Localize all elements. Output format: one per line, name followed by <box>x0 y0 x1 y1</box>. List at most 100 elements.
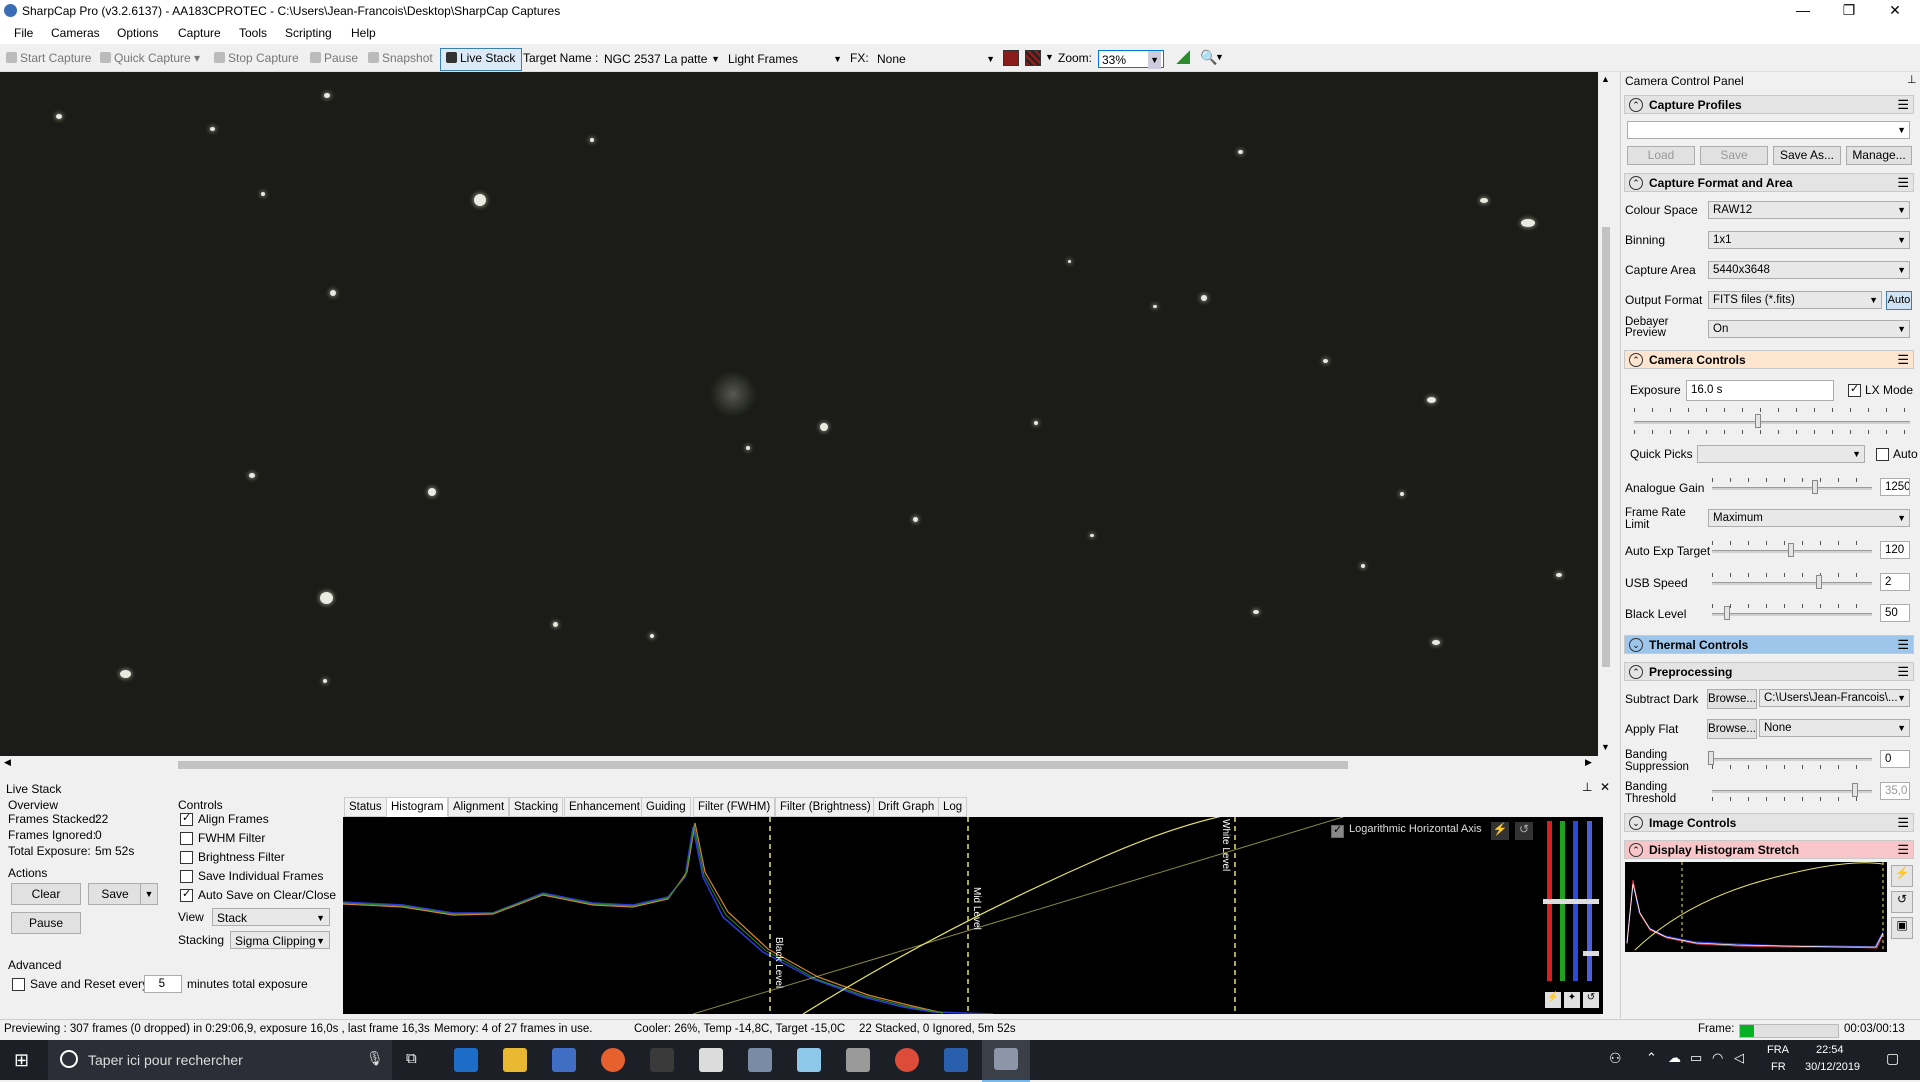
tab-filter-fwhm[interactable]: Filter (FWHM) <box>693 797 776 817</box>
calculator-icon[interactable] <box>846 1048 870 1072</box>
menu-icon[interactable]: ☰ <box>1897 637 1909 653</box>
star-icon[interactable]: ✦ <box>1564 992 1580 1008</box>
subtract-dark-select[interactable]: C:\Users\Jean-Francois\... ▼ <box>1759 689 1910 707</box>
menu-icon[interactable]: ☰ <box>1897 352 1909 368</box>
usb-speed-thumb[interactable] <box>1816 575 1822 589</box>
close-icon[interactable]: ✕ <box>1600 780 1610 794</box>
colour-space-select[interactable]: RAW12 ▼ <box>1708 201 1910 219</box>
brightness-filter-checkbox[interactable] <box>180 851 193 864</box>
chevron-up-icon[interactable]: ⌃ <box>1646 1050 1657 1066</box>
load-profile-button[interactable]: Load <box>1627 146 1695 165</box>
target-name-combo[interactable]: NGC 2537 La patte ▼ <box>604 50 722 68</box>
app-n-icon[interactable] <box>650 1048 674 1072</box>
usb-speed-input[interactable]: 2 <box>1880 573 1910 591</box>
stop-capture-button[interactable]: Stop Capture <box>214 51 299 65</box>
lightning-icon[interactable]: ⚡ <box>1545 992 1561 1008</box>
menu-capture[interactable]: Capture <box>178 26 221 40</box>
snapshot-button[interactable]: Snapshot <box>368 51 433 65</box>
view-select[interactable]: Stack ▼ <box>212 908 330 926</box>
tab-alignment[interactable]: Alignment <box>448 797 510 817</box>
banding-thresh-input[interactable]: 35,0 <box>1880 782 1910 800</box>
save-stretch-icon[interactable]: ▣ <box>1891 917 1913 939</box>
stack-histogram[interactable]: Black Level Mid Level White Level Logari… <box>343 817 1543 1014</box>
analogue-gain-input[interactable]: 1250 <box>1880 478 1910 496</box>
horizontal-scroll-thumb[interactable] <box>178 761 1348 769</box>
scroll-up-icon[interactable]: ▲ <box>1601 74 1610 84</box>
zoom-combo[interactable]: 33% ▼ <box>1098 50 1164 69</box>
reset-icon[interactable]: ↺ <box>1515 822 1533 840</box>
black-level-thumb[interactable] <box>1724 606 1730 620</box>
pin-icon[interactable]: ⊥ <box>1582 780 1592 794</box>
output-format-select[interactable]: FITS files (*.fits) ▼ <box>1708 291 1882 309</box>
quick-picks-select[interactable]: ▼ <box>1697 445 1865 463</box>
taskbar-search[interactable]: Taper ici pour rechercher 🎙 <box>48 1040 392 1080</box>
pause-button[interactable]: Pause <box>310 51 358 65</box>
rgb-level-sliders[interactable]: ⚡ ✦ ↺ <box>1543 817 1603 1014</box>
white-level-marker[interactable]: White Level <box>1220 819 1231 871</box>
exposure-slider[interactable] <box>1634 421 1910 424</box>
language-top[interactable]: FRA <box>1767 1044 1789 1056</box>
scroll-right-icon[interactable]: ▶ <box>1585 757 1592 768</box>
app-icon[interactable] <box>944 1048 968 1072</box>
network-icon[interactable]: ◠ <box>1712 1050 1723 1066</box>
banding-thresh-slider[interactable] <box>1712 790 1872 793</box>
people-icon[interactable]: ⚇ <box>1609 1050 1622 1067</box>
auto-exp-input[interactable]: 120 <box>1880 541 1910 559</box>
close-button[interactable]: ✕ <box>1872 0 1918 22</box>
menu-cameras[interactable]: Cameras <box>51 26 100 40</box>
chevron-down-icon[interactable]: ▼ <box>1215 52 1224 62</box>
save-button[interactable]: Save <box>88 883 142 905</box>
analogue-gain-thumb[interactable] <box>1812 480 1818 494</box>
log-axis-checkbox[interactable] <box>1331 823 1344 838</box>
astro-app-icon[interactable] <box>748 1048 772 1072</box>
save-reset-input[interactable]: 5 <box>144 975 182 993</box>
display-histogram-header[interactable]: ⌃ Display Histogram Stretch ☰ <box>1624 840 1914 859</box>
lx-mode-checkbox[interactable] <box>1848 382 1861 397</box>
auto-exp-thumb[interactable] <box>1788 543 1794 557</box>
debayer-select[interactable]: On ▼ <box>1708 320 1910 338</box>
preprocessing-header[interactable]: ⌃ Preprocessing ☰ <box>1624 662 1914 681</box>
manage-profiles-button[interactable]: Manage... <box>1846 146 1912 165</box>
menu-tools[interactable]: Tools <box>239 26 267 40</box>
fwhm-filter-checkbox[interactable] <box>180 832 193 845</box>
tab-drift-graph[interactable]: Drift Graph <box>873 797 940 817</box>
banding-thresh-thumb[interactable] <box>1852 783 1858 797</box>
chevron-down-icon[interactable]: ▼ <box>1045 52 1054 62</box>
camera-controls-header[interactable]: ⌃ Camera Controls ☰ <box>1624 350 1914 369</box>
start-capture-button[interactable]: Start Capture <box>6 51 91 65</box>
capture-area-select[interactable]: 5440x3648 ▼ <box>1708 261 1910 279</box>
quick-capture-button[interactable]: Quick Capture ▾ <box>100 51 200 65</box>
exposure-input[interactable]: 16.0 s <box>1686 380 1834 401</box>
mid-level-marker[interactable]: Mid Level <box>971 887 982 930</box>
black-level-marker[interactable]: Black Level <box>773 937 784 988</box>
auto-save-checkbox[interactable] <box>180 887 193 902</box>
banding-supp-thumb[interactable] <box>1708 751 1714 765</box>
save-dropdown-button[interactable]: ▼ <box>140 883 158 905</box>
pin-icon[interactable]: ⊥ <box>1907 73 1917 86</box>
vertical-scroll-thumb[interactable] <box>1602 227 1610 667</box>
sharpcap-taskbar-button[interactable] <box>982 1040 1030 1082</box>
menu-icon[interactable]: ☰ <box>1897 175 1909 191</box>
tab-status[interactable]: Status <box>344 797 387 817</box>
reset-icon[interactable]: ↺ <box>1583 992 1599 1008</box>
banding-supp-input[interactable]: 0 <box>1880 750 1910 768</box>
thermal-controls-header[interactable]: ⌄ Thermal Controls ☰ <box>1624 635 1914 654</box>
frame-rate-select[interactable]: Maximum ▼ <box>1708 509 1910 527</box>
minimize-button[interactable]: — <box>1780 0 1826 22</box>
capture-format-header[interactable]: ⌃ Capture Format and Area ☰ <box>1624 173 1914 192</box>
notifications-icon[interactable]: ▢ <box>1886 1050 1899 1067</box>
clock-time[interactable]: 22:54 <box>1816 1044 1844 1056</box>
auto-format-button[interactable]: Auto <box>1886 291 1912 310</box>
save-profile-button[interactable]: Save <box>1700 146 1768 165</box>
menu-options[interactable]: Options <box>117 26 158 40</box>
tab-filter-brightness[interactable]: Filter (Brightness) <box>775 797 876 817</box>
tab-guiding[interactable]: Guiding <box>641 797 691 817</box>
black-level-input[interactable]: 50 <box>1880 604 1910 622</box>
display-histogram-plot[interactable] <box>1625 862 1887 952</box>
banding-supp-slider[interactable] <box>1712 758 1872 761</box>
volume-icon[interactable]: ◁ <box>1734 1050 1744 1066</box>
scroll-left-icon[interactable]: ◀ <box>4 757 11 768</box>
red-highlight-icon[interactable] <box>1003 50 1019 66</box>
histogram-icon[interactable] <box>1176 50 1190 64</box>
capture-profiles-header[interactable]: ⌃ Capture Profiles ☰ <box>1624 95 1914 114</box>
